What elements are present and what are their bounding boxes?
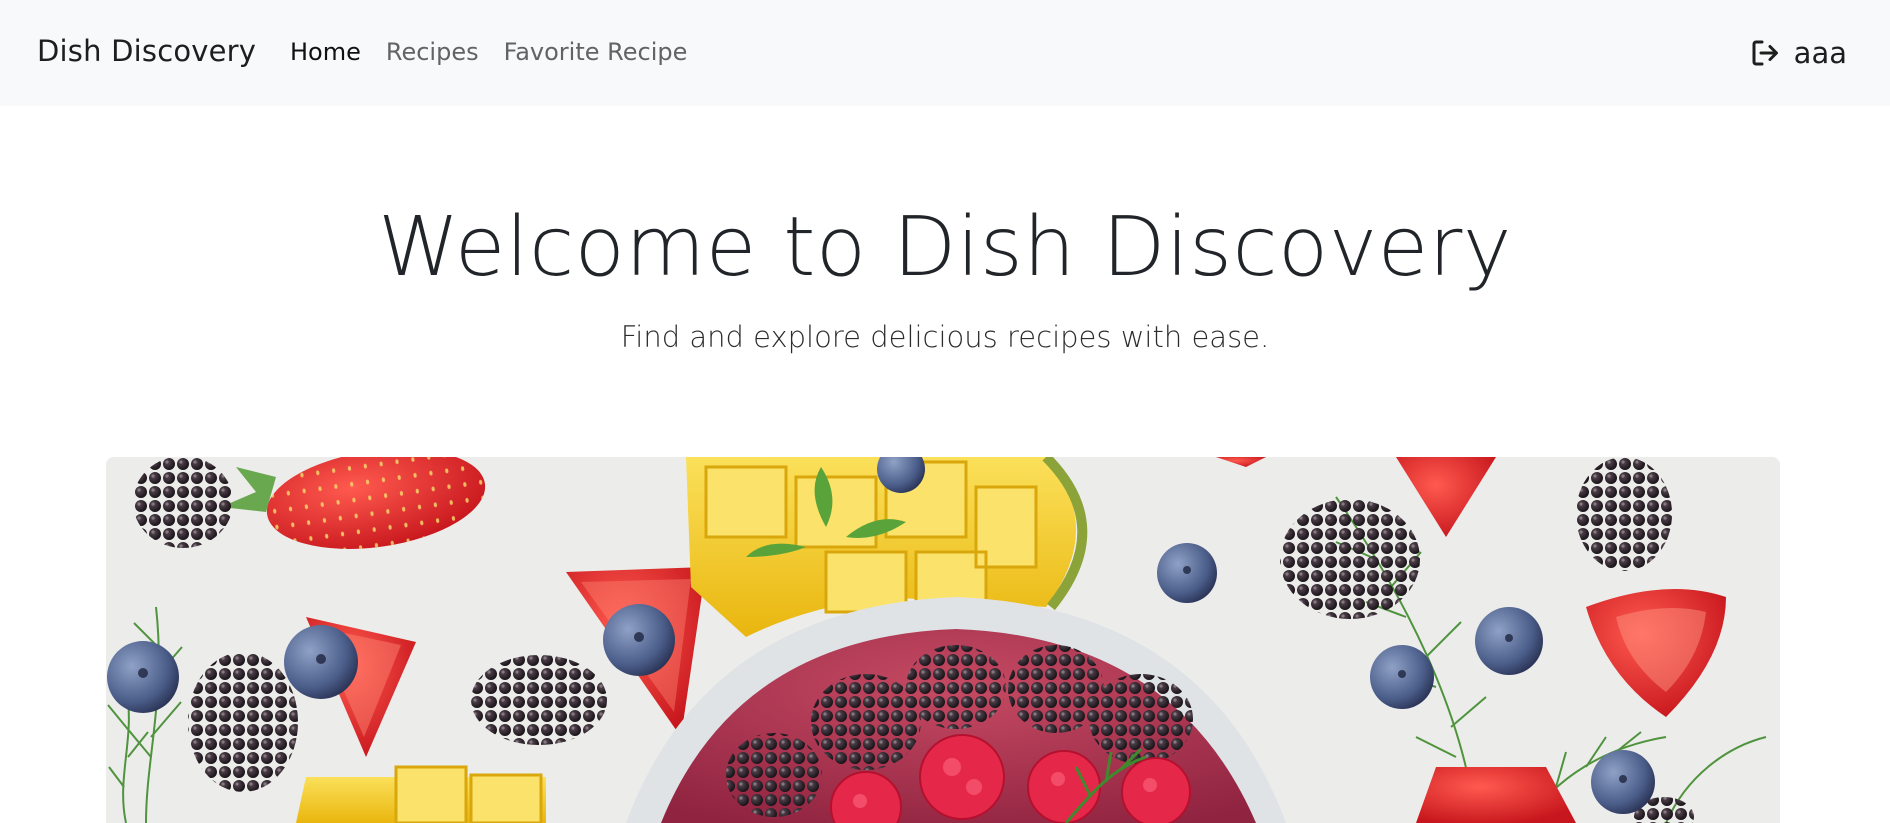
username-label: aaa <box>1793 36 1847 70</box>
hero-banner-image <box>106 457 1780 823</box>
brand-link[interactable]: Dish Discovery <box>37 34 256 68</box>
hero-subtitle: Find and explore delicious recipes with … <box>620 320 1270 354</box>
nav-link-recipes[interactable]: Recipes <box>386 38 479 66</box>
fruit-bowl-illustration <box>106 457 1780 823</box>
nav-links: Home Recipes Favorite Recipe <box>290 38 712 66</box>
nav-link-home[interactable]: Home <box>290 38 361 66</box>
user-logout-button[interactable]: aaa <box>1750 36 1847 70</box>
navbar: Dish Discovery Home Recipes Favorite Rec… <box>0 0 1890 106</box>
nav-link-favorite-recipe[interactable]: Favorite Recipe <box>504 38 688 66</box>
hero-title: Welcome to Dish Discovery <box>378 200 1512 295</box>
logout-icon <box>1752 40 1778 66</box>
